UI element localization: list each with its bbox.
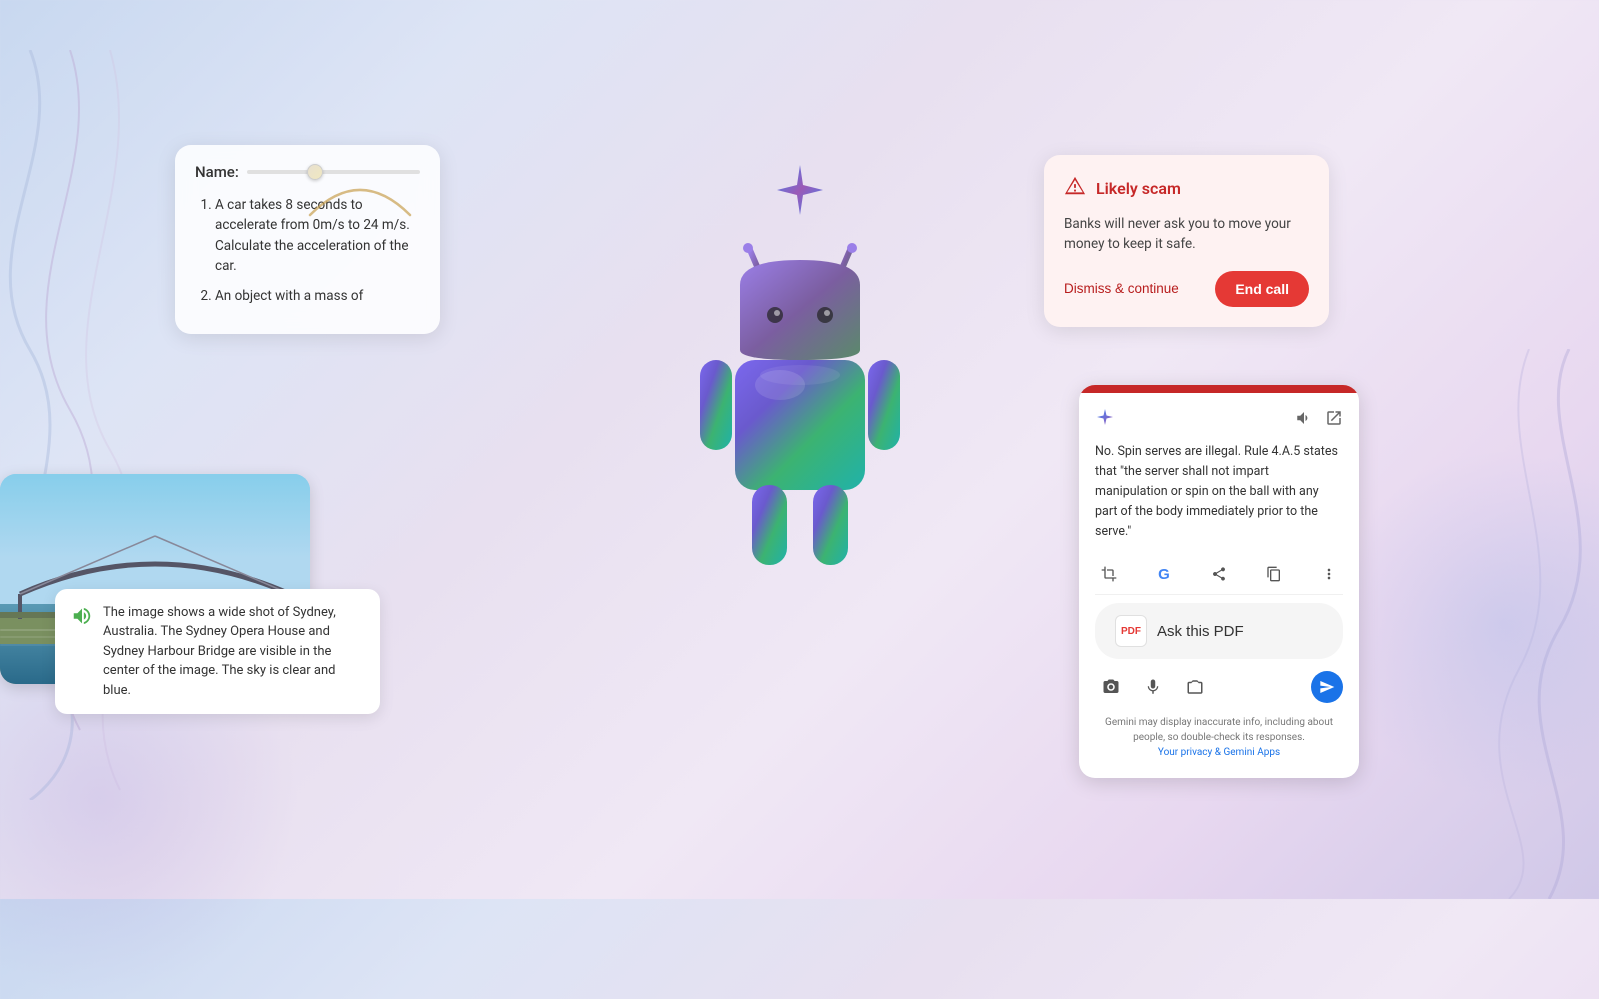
share-icon[interactable] bbox=[1205, 560, 1233, 588]
panel-toolbar: G bbox=[1095, 554, 1343, 595]
microphone-icon[interactable] bbox=[1137, 671, 1169, 703]
quiz-name-row: Name: bbox=[195, 163, 420, 181]
disclaimer-text: Gemini may display inaccurate info, incl… bbox=[1095, 707, 1343, 764]
quiz-name-slider[interactable] bbox=[247, 170, 420, 174]
dismiss-continue-button[interactable]: Dismiss & continue bbox=[1064, 281, 1179, 296]
pdf-icon: PDF bbox=[1115, 615, 1147, 647]
quiz-question-2: An object with a mass of bbox=[215, 286, 420, 306]
bg-decoration-circle-right bbox=[1329, 449, 1599, 799]
speaker-icon bbox=[71, 605, 93, 627]
sydney-caption: The image shows a wide shot of Sydney, A… bbox=[55, 589, 380, 715]
ask-this-pdf-button[interactable]: PDF Ask this PDF bbox=[1095, 603, 1343, 659]
panel-header-row bbox=[1095, 407, 1343, 432]
quiz-question-1: A car takes 8 seconds to accelerate from… bbox=[215, 195, 420, 276]
android-mascot-container bbox=[650, 160, 950, 610]
panel-header-icons bbox=[1295, 409, 1343, 431]
pdf-label-text: PDF bbox=[1121, 626, 1141, 637]
scam-title: Likely scam bbox=[1096, 179, 1181, 198]
scam-body-text: Banks will never ask you to move your mo… bbox=[1064, 214, 1309, 255]
panel-response-text: No. Spin serves are illegal. Rule 4.A.5 … bbox=[1095, 442, 1343, 542]
external-link-icon[interactable] bbox=[1325, 409, 1343, 431]
send-button[interactable] bbox=[1311, 671, 1343, 703]
panel-gemini-star-icon bbox=[1095, 407, 1115, 432]
panel-top-bar bbox=[1079, 385, 1359, 393]
more-options-icon[interactable] bbox=[1315, 560, 1343, 588]
ask-pdf-label-text: Ask this PDF bbox=[1157, 623, 1244, 640]
gemini-star-icon bbox=[770, 160, 830, 220]
screenshot-icon[interactable] bbox=[1179, 671, 1211, 703]
scam-actions-row: Dismiss & continue End call bbox=[1064, 271, 1309, 307]
sydney-caption-text: The image shows a wide shot of Sydney, A… bbox=[103, 603, 364, 701]
quiz-name-label: Name: bbox=[195, 163, 239, 181]
privacy-link[interactable]: Your privacy & Gemini Apps bbox=[1158, 747, 1280, 758]
volume-icon[interactable] bbox=[1295, 409, 1313, 431]
quiz-name-slider-thumb bbox=[307, 164, 323, 180]
google-g-icon[interactable]: G bbox=[1150, 560, 1178, 588]
crop-icon[interactable] bbox=[1095, 560, 1123, 588]
panel-content: No. Spin serves are illegal. Rule 4.A.5 … bbox=[1079, 393, 1359, 778]
copy-icon[interactable] bbox=[1260, 560, 1288, 588]
input-row bbox=[1095, 667, 1343, 707]
camera-icon[interactable] bbox=[1095, 671, 1127, 703]
end-call-button[interactable]: End call bbox=[1215, 271, 1309, 307]
gemini-pdf-panel: No. Spin serves are illegal. Rule 4.A.5 … bbox=[1079, 385, 1359, 778]
quiz-questions-list: A car takes 8 seconds to accelerate from… bbox=[195, 195, 420, 306]
input-action-icons bbox=[1095, 671, 1211, 703]
scam-card-header: Likely scam bbox=[1064, 175, 1309, 202]
android-body-svg bbox=[680, 230, 920, 610]
quiz-card: Name: A car takes 8 seconds to accelerat… bbox=[175, 145, 440, 334]
scam-warning-card: Likely scam Banks will never ask you to … bbox=[1044, 155, 1329, 327]
warning-triangle-icon bbox=[1064, 175, 1086, 202]
